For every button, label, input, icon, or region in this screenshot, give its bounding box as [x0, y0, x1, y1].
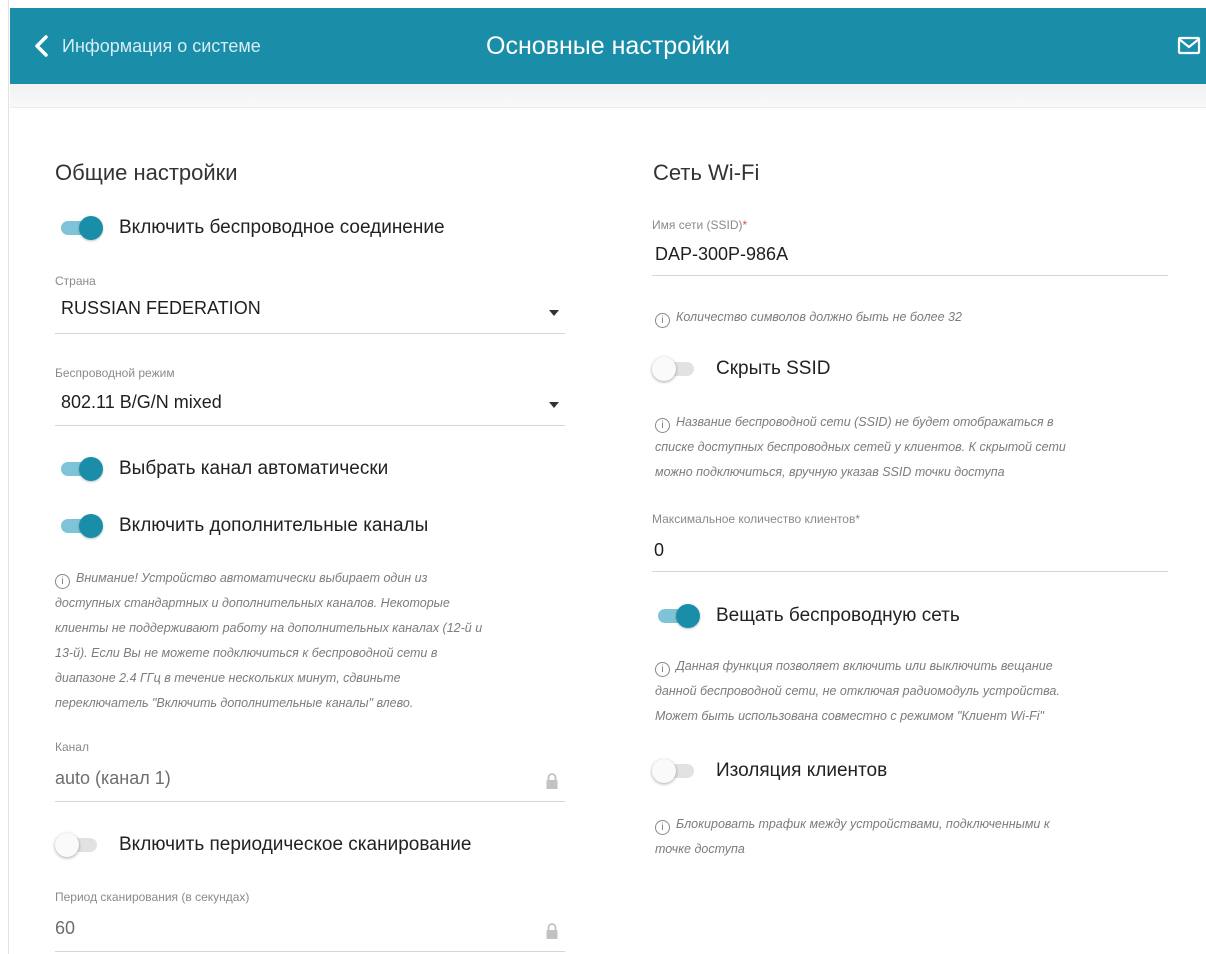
hint-text: Внимание! Устройство автоматически выбир…	[76, 571, 428, 585]
country-label: Страна	[55, 274, 96, 288]
hint-line: данной беспроводной сети, не отключая ра…	[655, 684, 1060, 698]
country-value: RUSSIAN FEDERATION	[61, 298, 261, 318]
toggle-knob	[79, 216, 103, 240]
chevron-left-icon	[35, 35, 48, 57]
toggle-knob	[676, 604, 700, 628]
auto-channel-label: Выбрать канал автоматически	[119, 458, 389, 479]
lock-icon	[546, 923, 558, 939]
hint-line: можно подключиться, вручную указав SSID …	[655, 465, 1005, 479]
channel-underline	[55, 801, 565, 802]
chevron-down-icon[interactable]	[549, 310, 559, 316]
hint-text: Количество символов должно быть не более…	[676, 310, 962, 324]
country-underline	[55, 333, 565, 334]
broadcast-label: Вещать беспроводную сеть	[716, 605, 960, 626]
hint-line: i Внимание! Устройство автоматически выби…	[55, 566, 585, 591]
ssid-label: Имя сети (SSID)*	[652, 218, 1168, 232]
toggle-knob	[652, 759, 676, 783]
ssid-underline	[652, 275, 1168, 276]
info-icon: i	[655, 313, 670, 328]
scan-period-value: 60	[55, 918, 76, 938]
wifi-section-title: Сеть Wi-Fi	[653, 160, 760, 185]
scan-period-underline	[55, 951, 565, 952]
extra-channels-row: Включить дополнительные каналы	[55, 511, 428, 541]
hint-line: 13-й). Если Вы не можете подключиться к …	[55, 646, 438, 660]
auto-channel-row: Выбрать канал автоматически	[55, 454, 388, 484]
periodic-scan-label: Включить периодическое сканирование	[119, 834, 472, 855]
hint-line: списке доступных беспроводных сетей у кл…	[655, 440, 1066, 454]
broadcast-toggle[interactable]	[652, 601, 702, 631]
periodic-scan-row: Включить периодическое сканирование	[55, 830, 471, 860]
info-icon: i	[655, 662, 670, 677]
broadcast-hint: i Данная функция позволяет включить или в…	[655, 654, 1171, 729]
hint-line: точке доступа	[655, 842, 745, 856]
toggle-knob	[79, 457, 103, 481]
back-link-label: Информация о системе	[62, 35, 261, 56]
extra-channels-toggle[interactable]	[55, 511, 105, 541]
max-clients-value: 0	[654, 540, 665, 560]
required-mark: *	[742, 218, 748, 232]
enable-wireless-label: Включить беспроводное соединение	[119, 217, 445, 238]
header-shadow-strip	[10, 84, 1206, 108]
info-icon: i	[655, 418, 670, 433]
extra-channels-hint: i Внимание! Устройство автоматически выби…	[55, 566, 585, 716]
isolation-hint: i Блокировать трафик между устройствами, …	[655, 812, 1171, 862]
channel-value: auto (канал 1)	[55, 768, 171, 788]
scan-period-field: Период сканирования (в секундах) 60	[55, 890, 565, 952]
max-clients-label: Максимальное количество клиентов*	[652, 512, 1168, 526]
hide-ssid-hint: i Название беспроводной сети (SSID) не бу…	[655, 410, 1171, 485]
hint-line: i Блокировать трафик между устройствами, …	[655, 812, 1171, 837]
general-section-title: Общие настройки	[55, 160, 238, 185]
chevron-down-icon[interactable]	[549, 402, 559, 408]
isolation-toggle[interactable]	[652, 756, 702, 786]
back-link[interactable]: Информация о системе	[32, 8, 261, 84]
isolation-label: Изоляция клиентов	[716, 760, 888, 781]
toggle-knob	[55, 833, 79, 857]
ssid-label-text: Имя сети (SSID)	[652, 218, 743, 232]
extra-channels-label: Включить дополнительные каналы	[119, 515, 429, 536]
hint-line: i Данная функция позволяет включить или в…	[655, 654, 1171, 679]
ssid-hint: i Количество символов должно быть не боле…	[655, 305, 1171, 330]
country-select[interactable]: Страна RUSSIAN FEDERATION	[55, 274, 565, 334]
wireless-mode-label: Беспроводной режим	[55, 366, 175, 380]
hide-ssid-row: Скрыть SSID	[652, 354, 830, 384]
toggle-knob	[79, 514, 103, 538]
wireless-mode-select[interactable]: Беспроводной режим 802.11 B/G/N mixed	[55, 366, 565, 426]
enable-wireless-row: Включить беспроводное соединение	[55, 213, 445, 243]
scan-period-label: Период сканирования (в секундах)	[55, 890, 250, 904]
hint-line: Может быть использована совместно с режи…	[655, 709, 1044, 723]
hint-line: диапазоне 2.4 ГГц в течение нескольких м…	[55, 671, 401, 685]
periodic-scan-toggle[interactable]	[55, 830, 105, 860]
ssid-value: DAP-300P-986A	[655, 244, 789, 264]
max-clients-underline	[652, 571, 1168, 572]
info-icon: i	[55, 574, 70, 589]
hide-ssid-toggle[interactable]	[652, 354, 702, 384]
lock-icon	[546, 773, 558, 789]
hint-line: i Название беспроводной сети (SSID) не бу…	[655, 410, 1171, 435]
info-icon: i	[655, 820, 670, 835]
hint-text: Блокировать трафик между устройствами, п…	[676, 817, 1050, 831]
channel-label: Канал	[55, 740, 89, 754]
hint-text: Название беспроводной сети (SSID) не буд…	[676, 415, 1054, 429]
enable-wireless-toggle[interactable]	[55, 213, 105, 243]
hint-line: доступных стандартных и дополнительных к…	[55, 596, 450, 610]
isolation-row: Изоляция клиентов	[652, 756, 887, 786]
hint-line: клиенты не поддерживают работу на дополн…	[55, 621, 483, 635]
toggle-knob	[652, 357, 676, 381]
top-bar: Информация о системе Основные настройки	[10, 8, 1206, 84]
hint-text: Данная функция позволяет включить или вы…	[676, 659, 1053, 673]
wireless-mode-value: 802.11 B/G/N mixed	[61, 392, 222, 412]
hide-ssid-label: Скрыть SSID	[716, 358, 831, 379]
channel-field: Канал auto (канал 1)	[55, 740, 565, 802]
hint-line: переключатель "Включить дополнительные к…	[55, 696, 414, 710]
page-edge	[0, 0, 9, 954]
wireless-mode-underline	[55, 425, 565, 426]
ssid-field[interactable]: Имя сети (SSID)* DAP-300P-986A	[652, 218, 1168, 276]
mail-icon[interactable]	[1176, 32, 1206, 60]
required-mark: *	[855, 512, 861, 526]
max-clients-field[interactable]: Максимальное количество клиентов* 0	[652, 512, 1168, 572]
broadcast-row: Вещать беспроводную сеть	[652, 601, 960, 631]
auto-channel-toggle[interactable]	[55, 454, 105, 484]
max-clients-label-text: Максимальное количество клиентов	[652, 512, 856, 526]
